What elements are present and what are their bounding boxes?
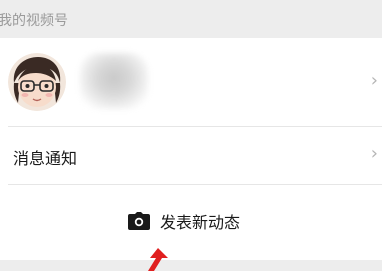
section-header: 我的视频号 <box>0 0 382 38</box>
notifications-row[interactable]: 消息通知 › <box>0 127 382 184</box>
avatar <box>8 53 66 111</box>
chevron-right-icon: › <box>370 70 378 91</box>
section-title: 我的视频号 <box>0 13 68 29</box>
profile-row[interactable]: › <box>0 38 382 126</box>
annotation-arrow-icon <box>148 248 168 271</box>
camera-icon <box>128 212 150 230</box>
blurred-name <box>80 53 148 109</box>
chevron-right-icon: › <box>370 143 378 164</box>
cartoon-avatar-icon <box>8 53 66 111</box>
post-new-moment-label: 发表新动态 <box>160 213 241 232</box>
notifications-label: 消息通知 <box>13 149 78 168</box>
post-new-moment-button[interactable]: 发表新动态 <box>128 210 240 232</box>
post-new-moment-row[interactable]: 发表新动态 <box>0 185 382 260</box>
channels-card: › 消息通知 › 发表新动态 <box>0 38 382 260</box>
